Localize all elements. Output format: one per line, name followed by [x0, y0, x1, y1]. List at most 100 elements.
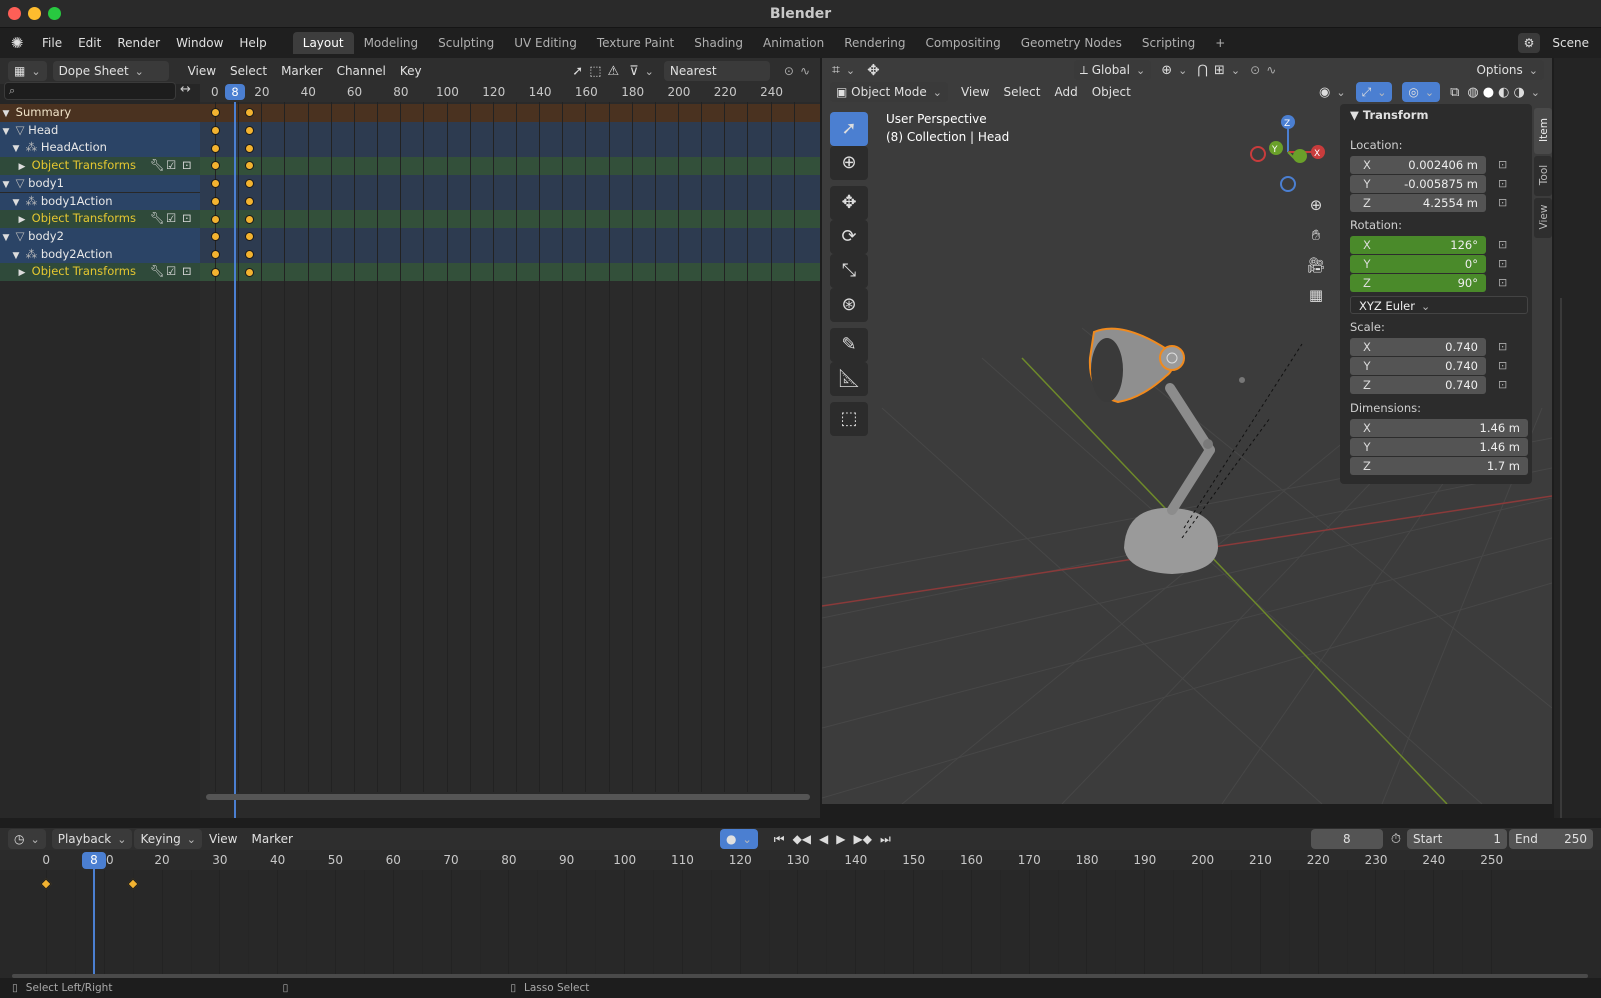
keyframe[interactable] [210, 143, 220, 153]
prev-keyframe-icon[interactable]: ◆◀ [793, 832, 811, 846]
sync-channels-icon[interactable]: ↔ [180, 82, 191, 97]
timeline-keyframe[interactable] [127, 878, 139, 890]
measure-tool-icon[interactable]: 📐︎ [830, 362, 868, 396]
channel-action-body1action[interactable]: ▼ ⁂ body1Action [0, 192, 200, 211]
expand-triangle-icon[interactable]: ▶ [16, 265, 28, 283]
lock-icon[interactable]: ⊡ [1498, 359, 1512, 372]
lock-icon[interactable]: ⊡ [182, 210, 192, 228]
keyframe[interactable] [210, 108, 220, 118]
add-cube-tool-icon[interactable]: ⬚ [830, 402, 868, 436]
keyframe[interactable] [210, 196, 220, 206]
timeline-playhead-line[interactable] [93, 862, 95, 974]
timeline-menu-playback[interactable]: Playback [51, 829, 133, 849]
keyframe[interactable] [210, 179, 220, 189]
snapping-select[interactable]: Nearest Frame [663, 61, 770, 98]
snap-target-icon[interactable]: ⊞ [1214, 63, 1240, 78]
checkbox-icon[interactable]: ☑ [166, 263, 176, 281]
move-tool-icon[interactable]: ✥ [830, 186, 868, 220]
start-frame-field[interactable]: Start 1 [1407, 829, 1507, 849]
menu-edit[interactable]: Edit [70, 32, 109, 54]
timeline-area[interactable]: 8 0 20 30 40 50 60 70 80 90 100 110 120 130 140 150 160… [0, 850, 1601, 978]
keyframe[interactable] [245, 267, 255, 277]
rotation-y-field[interactable]: Y 0° [1350, 255, 1486, 273]
tab-geometry-nodes[interactable]: Geometry Nodes [1011, 32, 1132, 54]
overlay-toggle-icon[interactable]: ◎ [1402, 82, 1441, 102]
visibility-eye-icon[interactable]: ◉ [1319, 85, 1346, 100]
lock-icon[interactable]: ⊡ [182, 263, 192, 281]
rotation-x-field[interactable]: X 126° [1350, 236, 1486, 254]
show-hidden-icon[interactable]: ⬚ [589, 64, 601, 79]
preview-range-clock-icon[interactable]: ⏱ [1391, 832, 1401, 847]
tab-scripting[interactable]: Scripting [1132, 32, 1205, 54]
channel-group-transforms[interactable]: ▶ Object Transforms 🔧︎ ☑ ⊡ [0, 263, 200, 281]
keyframe[interactable] [210, 267, 220, 277]
keyframe[interactable] [245, 143, 255, 153]
channel-summary[interactable]: ▼ Summary [0, 104, 200, 122]
wrench-icon[interactable]: 🔧︎ [150, 210, 165, 228]
scene-name[interactable]: Scene [1544, 32, 1597, 54]
tab-uv-editing[interactable]: UV Editing [504, 32, 587, 54]
channel-search-input[interactable]: ⌕ [4, 82, 176, 100]
keyframe[interactable] [245, 196, 255, 206]
scale-z-field[interactable]: Z 0.740 [1350, 376, 1486, 394]
dope-menu-view[interactable]: View [181, 61, 223, 81]
falloff-icon[interactable]: ∿ [1266, 63, 1276, 77]
rotate-tool-icon[interactable]: ⟳ [830, 220, 868, 254]
lock-icon[interactable]: ⊡ [1498, 378, 1512, 391]
keyframe[interactable] [210, 214, 220, 224]
tab-animation[interactable]: Animation [753, 32, 834, 54]
location-x-field[interactable]: X 0.002406 m [1350, 156, 1486, 174]
current-frame-indicator[interactable]: 8 [225, 84, 245, 100]
timeline-current-frame-indicator[interactable]: 8 [82, 852, 106, 869]
timeline-keyframe[interactable] [40, 878, 52, 890]
timeline-menu-marker[interactable]: Marker [244, 829, 299, 849]
checkbox-icon[interactable]: ☑ [166, 157, 176, 175]
3d-viewport[interactable]: ⌗ ✥ ⟂ Global ⊕ ⋂ ⊞ ⊙ ∿ Options ▣ Object … [822, 58, 1552, 804]
current-frame-field[interactable]: 8 [1310, 829, 1383, 849]
tab-sculpting[interactable]: Sculpting [428, 32, 504, 54]
tab-compositing[interactable]: Compositing [915, 32, 1010, 54]
timeline-editor-type-icon[interactable]: ◷ [8, 829, 46, 849]
dope-menu-channel[interactable]: Channel [330, 61, 393, 81]
channel-object-body1[interactable]: ▼ ▽ body1 [0, 174, 200, 193]
keyframe[interactable] [210, 232, 220, 242]
orientation-select[interactable]: ⟂ Global [1073, 60, 1152, 80]
dimensions-z-field[interactable]: Z 1.7 m [1350, 457, 1528, 475]
object-mode-select[interactable]: ▣ Object Mode [830, 82, 948, 102]
viewport-menu-select[interactable]: Select [996, 82, 1047, 102]
pan-hand-icon[interactable]: ✋︎ [1302, 221, 1330, 249]
keyframe[interactable] [210, 249, 220, 259]
tab-texture-paint[interactable]: Texture Paint [587, 32, 684, 54]
end-frame-field[interactable]: End 250 [1509, 829, 1593, 849]
shading-wireframe-icon[interactable]: ◍ [1467, 85, 1478, 100]
ortho-grid-icon[interactable]: ▦ [1302, 281, 1330, 309]
keyframe[interactable] [210, 161, 220, 171]
dimensions-y-field[interactable]: Y 1.46 m [1350, 438, 1528, 456]
pivot-point-icon[interactable]: ⊕ [1161, 63, 1187, 78]
lock-icon[interactable]: ⊡ [1498, 276, 1512, 289]
channel-group-transforms[interactable]: ▶ Object Transforms 🔧︎ ☑ ⊡ [0, 210, 200, 228]
channel-action-headaction[interactable]: ▼ ⁂ HeadAction [0, 139, 200, 158]
shading-rendered-icon[interactable]: ◑ [1513, 85, 1540, 100]
lock-icon[interactable]: ⊡ [1498, 257, 1512, 270]
sidebar-tab-item[interactable]: Item [1534, 108, 1552, 154]
playhead-line[interactable] [234, 102, 236, 818]
falloff-icon[interactable]: ∿ [800, 64, 810, 78]
timeline-menu-keying[interactable]: Keying [134, 829, 202, 849]
transform-panel-title[interactable]: ▼ Transform [1350, 108, 1428, 122]
editor-type-icon[interactable]: ⌗ [832, 62, 855, 78]
auto-keying-record-icon[interactable]: ● [720, 829, 758, 849]
play-icon[interactable]: ▶ [836, 832, 845, 846]
location-z-field[interactable]: Z 4.2554 m [1350, 194, 1486, 212]
options-button[interactable]: Options [1470, 60, 1544, 80]
viewport-menu-object[interactable]: Object [1085, 82, 1138, 102]
dope-menu-key[interactable]: Key [393, 61, 429, 81]
viewport-menu-add[interactable]: Add [1047, 82, 1084, 102]
gizmo-toggle-icon[interactable]: ⤢ [1355, 82, 1393, 102]
cursor-tool-icon[interactable]: ⊕ [830, 146, 868, 180]
editor-type-button[interactable]: ▦ [8, 61, 47, 81]
lock-icon[interactable]: ⊡ [1498, 158, 1512, 171]
play-reverse-icon[interactable]: ◀ [819, 832, 828, 846]
only-selected-icon[interactable]: ➚ [572, 64, 583, 79]
snap-magnet-icon[interactable]: ⋂ [1197, 63, 1208, 78]
